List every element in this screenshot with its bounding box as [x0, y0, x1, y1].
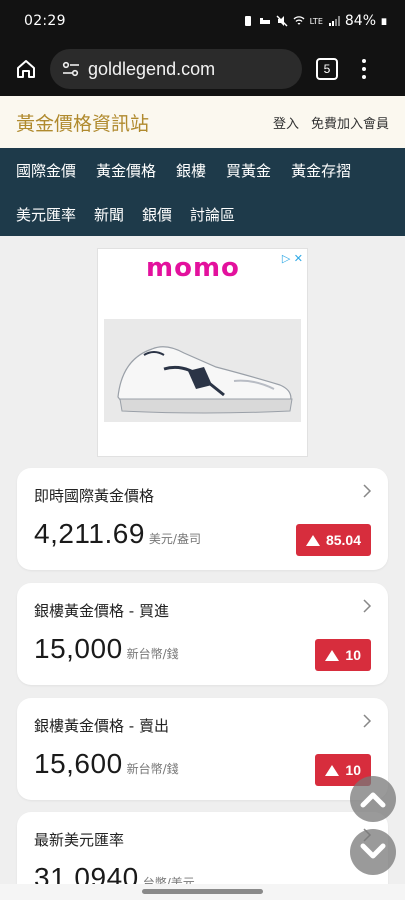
- price-value: 4,211.69 美元/盎司: [34, 518, 201, 549]
- register-link[interactable]: 免費加入會員: [311, 113, 389, 132]
- card-title: 銀樓黃金價格 - 買進: [34, 602, 169, 620]
- chevron-up-icon: [360, 792, 386, 808]
- site-header: 黃金價格資訊站 登入 免費加入會員: [0, 96, 405, 148]
- sneaker-image: [104, 319, 301, 422]
- card-title: 即時國際黃金價格: [34, 487, 155, 505]
- nav-item-international-gold[interactable]: 國際金價: [8, 160, 84, 181]
- address-bar[interactable]: goldlegend.com: [50, 49, 302, 89]
- battery-icon: [381, 18, 387, 25]
- gold-price-card[interactable]: 即時國際黃金價格 4,211.69 美元/盎司 85.04: [17, 468, 388, 570]
- more-menu-button[interactable]: [354, 54, 374, 84]
- chevron-right-icon: [363, 484, 372, 498]
- status-icons: LTE 84%: [242, 13, 389, 29]
- status-time: 02:29: [24, 13, 66, 29]
- battery-percent: 84%: [344, 13, 376, 29]
- change-badge: 85.04: [295, 524, 371, 556]
- nav-item-gold-price[interactable]: 黃金價格: [88, 160, 164, 181]
- network-type: LTE: [309, 16, 323, 26]
- change-badge: 10: [315, 639, 371, 671]
- card-title: 銀樓黃金價格 - 賣出: [34, 717, 169, 735]
- nav-row: 美元匯率 新聞 銀價 討論區: [8, 192, 397, 236]
- battery-saver-icon: [244, 16, 251, 26]
- advertisement[interactable]: momo ▷ ✕: [97, 248, 308, 457]
- site-title[interactable]: 黃金價格資訊站: [16, 109, 149, 136]
- mute-icon: [276, 15, 288, 27]
- home-button[interactable]: [8, 51, 44, 87]
- gesture-bar: [0, 884, 405, 900]
- wifi-icon: [293, 16, 305, 25]
- price-unit: 美元/盎司: [148, 532, 201, 546]
- home-icon: [17, 60, 35, 78]
- arrow-up-icon: [325, 764, 340, 776]
- ad-brand-logo: momo: [146, 253, 240, 283]
- ad-product-image: [104, 319, 301, 422]
- site-settings-icon[interactable]: [62, 61, 80, 77]
- buy-price-card[interactable]: 銀樓黃金價格 - 買進 15,000 新台幣/錢 10: [17, 583, 388, 685]
- signal-icon: [328, 16, 340, 26]
- main-nav: 國際金價 黃金價格 銀樓 買黃金 黃金存摺 美元匯率 新聞 銀價 討論區: [0, 148, 405, 236]
- header-links: 登入 免費加入會員: [273, 113, 389, 132]
- scroll-down-button[interactable]: [350, 829, 396, 875]
- login-link[interactable]: 登入: [273, 113, 299, 132]
- nav-item-buy-gold[interactable]: 買黃金: [218, 160, 279, 181]
- nav-row: 國際金價 黃金價格 銀樓 買黃金 黃金存摺: [8, 148, 397, 192]
- price-unit: 新台幣/錢: [126, 762, 179, 776]
- chevron-right-icon: [363, 714, 372, 728]
- chevron-right-icon: [363, 599, 372, 613]
- scroll-up-button[interactable]: [350, 776, 396, 822]
- nav-item-usd-rate[interactable]: 美元匯率: [8, 204, 84, 225]
- home-indicator[interactable]: [142, 889, 263, 894]
- nav-item-silver-price[interactable]: 銀價: [134, 204, 180, 225]
- nav-item-gold-passbook[interactable]: 黃金存摺: [283, 160, 359, 181]
- price-unit: 新台幣/錢: [126, 647, 179, 661]
- sleep-mode-icon: [259, 18, 270, 24]
- chevron-down-icon: [360, 843, 386, 859]
- card-title: 最新美元匯率: [34, 831, 125, 849]
- nav-item-forum[interactable]: 討論區: [182, 204, 243, 225]
- url-text: goldlegend.com: [88, 58, 216, 79]
- nav-item-news[interactable]: 新聞: [86, 204, 132, 225]
- ad-choices-icon[interactable]: ▷ ✕: [282, 252, 303, 265]
- tab-switcher-button[interactable]: 5: [316, 58, 338, 80]
- status-bar: 02:29 LTE 84%: [0, 0, 405, 42]
- nav-item-jewelry-store[interactable]: 銀樓: [168, 160, 214, 181]
- browser-toolbar: goldlegend.com 5: [0, 42, 405, 96]
- price-value: 15,600 新台幣/錢: [34, 748, 179, 779]
- sell-price-card[interactable]: 銀樓黃金價格 - 賣出 15,600 新台幣/錢 10: [17, 698, 388, 800]
- price-value: 15,000 新台幣/錢: [34, 633, 179, 664]
- arrow-up-icon: [305, 534, 320, 546]
- arrow-up-icon: [325, 649, 340, 661]
